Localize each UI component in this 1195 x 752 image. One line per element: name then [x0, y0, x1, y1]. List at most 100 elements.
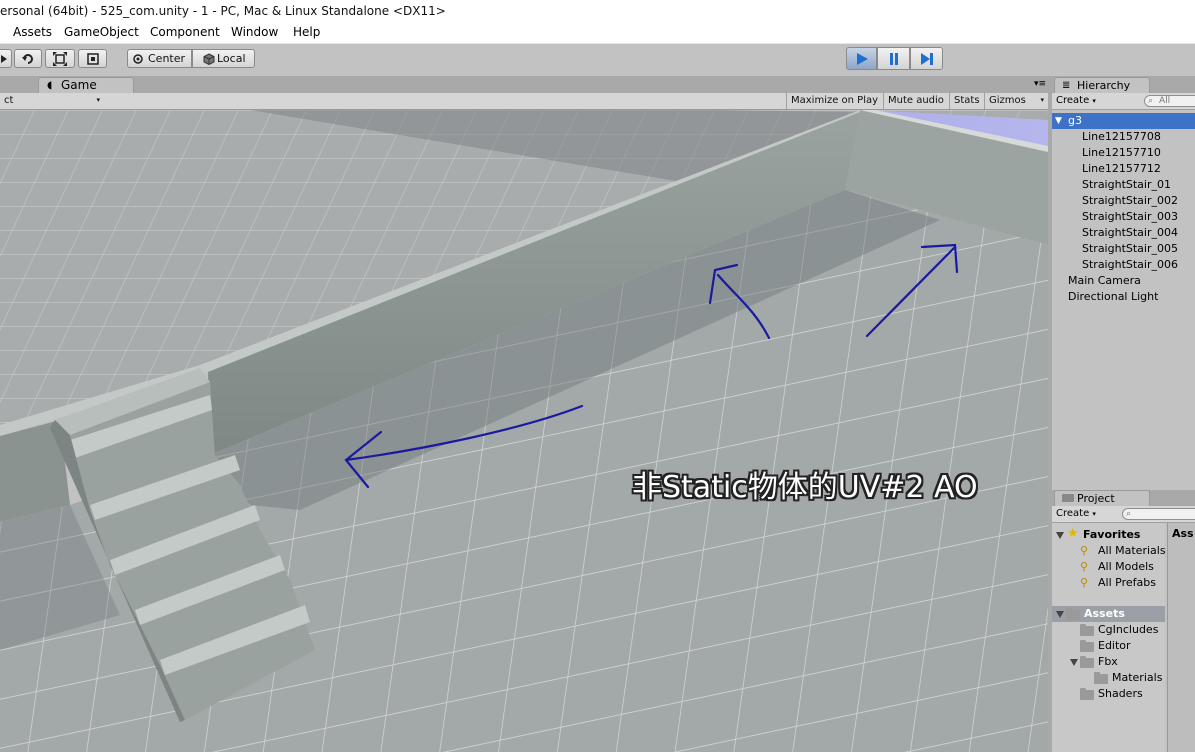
- window-title: ersonal (64bit) - 525_com.unity - 1 - PC…: [0, 4, 446, 18]
- folder-label: Materials: [1112, 671, 1163, 684]
- expand-triangle-icon[interactable]: ▼: [1055, 113, 1062, 129]
- project-assets-view[interactable]: Ass: [1167, 523, 1195, 752]
- gizmos-label: Gizmos: [989, 95, 1026, 106]
- project-create-button[interactable]: Create ▾: [1056, 506, 1096, 522]
- gizmos-button[interactable]: Gizmos ▾: [984, 93, 1048, 109]
- tab-project[interactable]: Project: [1054, 490, 1150, 506]
- hierarchy-item-label: Main Camera: [1068, 274, 1141, 287]
- scale-tool-button[interactable]: [45, 49, 75, 68]
- create-label: Create: [1056, 508, 1090, 519]
- favorite-all-materials[interactable]: ⚲ All Materials: [1052, 543, 1166, 559]
- hierarchy-search-input[interactable]: ⌕ All: [1144, 95, 1195, 107]
- folder-cgincludes[interactable]: CgIncludes: [1052, 622, 1165, 638]
- favorite-all-models[interactable]: ⚲ All Models: [1052, 559, 1165, 575]
- rect-tool-button[interactable]: [78, 49, 107, 68]
- assets-breadcrumb: Ass: [1172, 527, 1194, 540]
- hierarchy-item[interactable]: StraightStair_005: [1052, 241, 1195, 257]
- folder-shaders[interactable]: Shaders: [1052, 686, 1165, 702]
- move-tool-button[interactable]: [0, 49, 12, 68]
- dropdown-arrow-icon: ▾: [96, 96, 100, 104]
- play-button[interactable]: [846, 47, 877, 70]
- project-toolbar: Create ▾ ⌕: [1052, 506, 1195, 523]
- hierarchy-create-button[interactable]: Create ▾: [1056, 93, 1096, 109]
- menu-help[interactable]: Help: [293, 25, 320, 39]
- rect-tool-icon: [86, 52, 99, 65]
- expand-triangle-icon[interactable]: [1056, 611, 1064, 618]
- create-label: Create: [1056, 95, 1090, 106]
- pivot-icon: [133, 53, 143, 64]
- project-panel: Project Create ▾ ⌕ ★ Favorites ⚲ All Mat…: [1052, 490, 1195, 752]
- search-placeholder: All: [1159, 96, 1171, 106]
- hierarchy-item[interactable]: StraightStair_004: [1052, 225, 1195, 241]
- hierarchy-item-label: StraightStair_002: [1082, 194, 1178, 207]
- aspect-dropdown[interactable]: ct ▾: [0, 93, 103, 109]
- rotate-tool-button[interactable]: [14, 49, 42, 68]
- maximize-on-play-button[interactable]: Maximize on Play: [786, 93, 883, 109]
- step-button[interactable]: [910, 47, 943, 70]
- folder-fbx[interactable]: Fbx: [1052, 654, 1165, 670]
- pacman-icon: ◖: [47, 80, 53, 91]
- hierarchy-item[interactable]: StraightStair_003: [1052, 209, 1195, 225]
- search-icon: ⚲: [1080, 544, 1089, 557]
- hierarchy-item-directional-light[interactable]: Directional Light: [1052, 289, 1195, 305]
- folder-label: Editor: [1098, 639, 1131, 652]
- hierarchy-item-g3[interactable]: ▼ g3: [1052, 113, 1195, 129]
- folder-icon: [1080, 624, 1094, 636]
- game-viewport[interactable]: 非Static物体的UV#2 AO: [0, 110, 1048, 752]
- space-label: Local: [217, 52, 246, 65]
- expand-triangle-icon[interactable]: [1070, 659, 1078, 666]
- hierarchy-item-label: StraightStair_006: [1082, 258, 1178, 271]
- menu-bar: Assets GameObject Component Window Help: [0, 22, 1195, 44]
- dropdown-arrow-icon: ▾: [1092, 510, 1096, 518]
- menu-component[interactable]: Component: [150, 25, 220, 39]
- favorite-all-prefabs[interactable]: ⚲ All Prefabs: [1052, 575, 1165, 591]
- title-bar: ersonal (64bit) - 525_com.unity - 1 - PC…: [0, 0, 1195, 22]
- project-search-input[interactable]: ⌕: [1122, 508, 1195, 520]
- pivot-center-button[interactable]: Center: [127, 49, 192, 68]
- hierarchy-item-label: StraightStair_004: [1082, 226, 1178, 239]
- assets-header[interactable]: Assets: [1052, 606, 1165, 622]
- scene-render: [0, 110, 1048, 752]
- expand-triangle-icon[interactable]: [1056, 532, 1064, 539]
- hierarchy-toolbar: Create ▾ ⌕ All: [1052, 93, 1195, 110]
- menu-window[interactable]: Window: [231, 25, 278, 39]
- hierarchy-item[interactable]: Line12157712: [1052, 161, 1195, 177]
- step-icon: [920, 52, 933, 65]
- tab-menu-icon[interactable]: ▾≡: [1034, 79, 1046, 89]
- favorite-label: All Prefabs: [1098, 576, 1156, 589]
- annotation-text: 非Static物体的UV#2 AO: [632, 470, 978, 505]
- folder-icon: [1066, 608, 1080, 620]
- hierarchy-item-label: Line12157710: [1082, 146, 1161, 159]
- folder-editor[interactable]: Editor: [1052, 638, 1165, 654]
- search-icon: ⌕: [1126, 509, 1132, 519]
- space-local-button[interactable]: Local: [192, 49, 255, 68]
- project-tab-label: Project: [1077, 492, 1115, 505]
- hierarchy-item[interactable]: StraightStair_002: [1052, 193, 1195, 209]
- scale-icon: [53, 51, 67, 66]
- hierarchy-item[interactable]: StraightStair_006: [1052, 257, 1195, 273]
- tab-game[interactable]: ◖ Game: [38, 77, 134, 93]
- favorite-label: All Models: [1098, 560, 1154, 573]
- hierarchy-item-label: StraightStair_01: [1082, 178, 1171, 191]
- search-icon: ⌕: [1148, 96, 1154, 106]
- folder-label: CgIncludes: [1098, 623, 1159, 636]
- tab-hierarchy[interactable]: ≣ Hierarchy: [1054, 77, 1150, 93]
- hierarchy-item-main-camera[interactable]: Main Camera: [1052, 273, 1195, 289]
- folder-materials[interactable]: Materials: [1052, 670, 1165, 686]
- hierarchy-tab-label: Hierarchy: [1077, 79, 1131, 92]
- hierarchy-item-label: Line12157708: [1082, 130, 1161, 143]
- game-tab-label: Game: [61, 78, 97, 92]
- menu-assets[interactable]: Assets: [13, 25, 52, 39]
- hierarchy-item[interactable]: Line12157710: [1052, 145, 1195, 161]
- hierarchy-item[interactable]: StraightStair_01: [1052, 177, 1195, 193]
- mute-audio-button[interactable]: Mute audio: [883, 93, 949, 109]
- folder-icon: [1080, 656, 1094, 668]
- project-tab-bar: Project: [1052, 490, 1195, 506]
- aspect-label: ct: [4, 95, 14, 106]
- stats-button[interactable]: Stats: [949, 93, 984, 109]
- hierarchy-item[interactable]: Line12157708: [1052, 129, 1195, 145]
- pause-button[interactable]: [877, 47, 910, 70]
- dropdown-arrow-icon: ▾: [1040, 96, 1044, 104]
- menu-gameobject[interactable]: GameObject: [64, 25, 139, 39]
- favorites-header[interactable]: ★ Favorites: [1052, 526, 1165, 543]
